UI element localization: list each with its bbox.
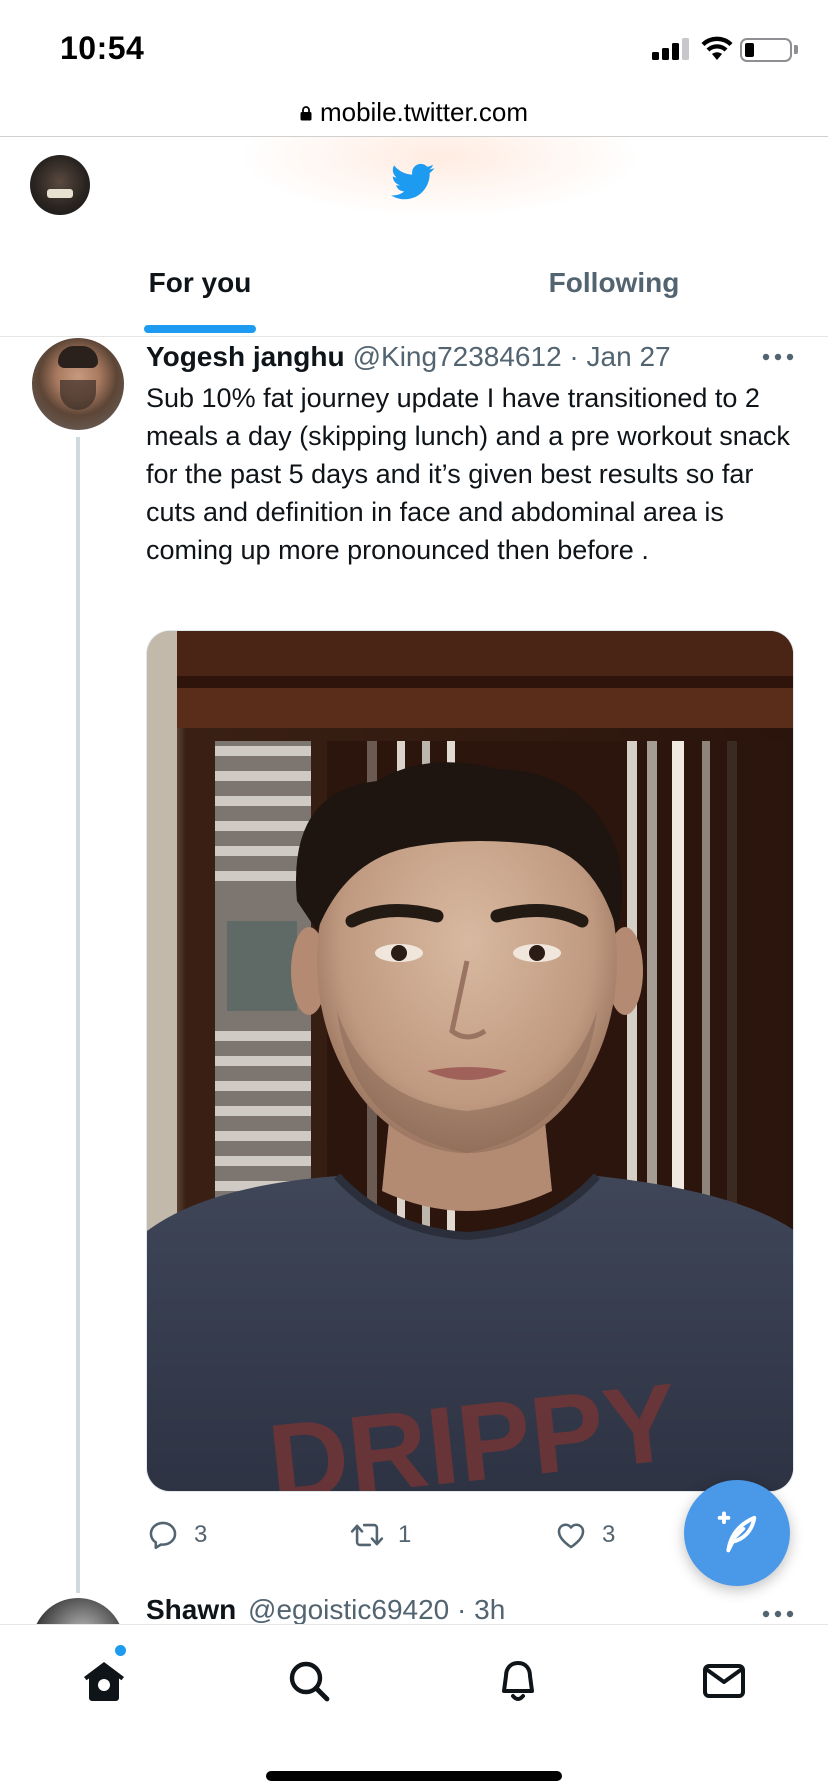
tweet-header: Yogesh janghu @King72384612 · Jan 27 (146, 337, 786, 377)
status-bar: 10:54 (0, 0, 828, 92)
tweet-text: Sub 10% fat journey update I have transi… (146, 383, 790, 565)
like-count: 3 (602, 1521, 616, 1548)
tweet-author-avatar[interactable] (32, 338, 124, 430)
url-bar[interactable]: mobile.twitter.com (0, 88, 828, 136)
next-tweet[interactable]: Shawn @egoistic69420 · 3h (0, 1590, 828, 1624)
twitter-bird-icon[interactable] (391, 163, 435, 201)
home-indicator (266, 1771, 562, 1781)
messages-icon (703, 1664, 745, 1698)
battery-icon (740, 38, 792, 62)
nav-notifications[interactable] (488, 1651, 548, 1711)
timeline-tabs: For you Following (0, 245, 828, 337)
tweet[interactable]: Yogesh janghu @King72384612 · Jan 27 Sub… (0, 337, 828, 1627)
compose-tweet-button[interactable] (684, 1480, 790, 1586)
home-icon (84, 1662, 124, 1701)
next-tweet-handle-date: @egoistic69420 · 3h (248, 1594, 506, 1624)
nav-search[interactable] (279, 1651, 339, 1711)
nav-home[interactable] (74, 1651, 134, 1711)
url-text[interactable]: mobile.twitter.com (320, 97, 528, 128)
tweet-photo[interactable]: DRIPPY (146, 630, 794, 1492)
like-icon (557, 1523, 585, 1549)
retweet-count: 1 (398, 1521, 412, 1548)
tab-for-you[interactable]: For you (0, 245, 400, 337)
tweet-author-handle-date: @King72384612 · Jan 27 (352, 341, 671, 372)
battery-cap (794, 45, 798, 54)
search-icon (289, 1661, 330, 1702)
thread-line (76, 437, 80, 1593)
next-tweet-header: Shawn @egoistic69420 · 3h (146, 1594, 505, 1624)
reply-count: 3 (194, 1521, 208, 1548)
status-time: 10:54 (60, 30, 145, 66)
battery-level (745, 43, 754, 57)
next-tweet-more-icon[interactable] (760, 1602, 796, 1624)
lock-icon (300, 105, 312, 120)
selfie-photo: DRIPPY (147, 631, 793, 1491)
like-button[interactable]: 3 (554, 1510, 615, 1560)
next-tweet-author-name[interactable]: Shawn (146, 1594, 236, 1624)
tab-active-indicator (144, 325, 256, 333)
nav-messages[interactable] (694, 1651, 754, 1711)
compose-tweet-icon (717, 1511, 757, 1553)
retweet-button[interactable]: 1 (350, 1510, 411, 1560)
home-notification-dot (115, 1645, 126, 1656)
bottom-nav (0, 1624, 828, 1792)
twitter-header: For you Following (0, 137, 828, 337)
next-tweet-avatar[interactable] (32, 1598, 124, 1624)
tab-following[interactable]: Following (414, 245, 814, 337)
wifi-icon (701, 36, 733, 60)
signal-icon (652, 38, 692, 60)
notifications-icon (502, 1661, 534, 1701)
tweet-author-name[interactable]: Yogesh janghu (146, 341, 345, 373)
profile-avatar[interactable] (30, 155, 90, 215)
retweet-icon (350, 1523, 384, 1547)
reply-button[interactable]: 3 (146, 1510, 207, 1560)
reply-icon (149, 1521, 177, 1550)
more-icon[interactable] (760, 345, 796, 369)
